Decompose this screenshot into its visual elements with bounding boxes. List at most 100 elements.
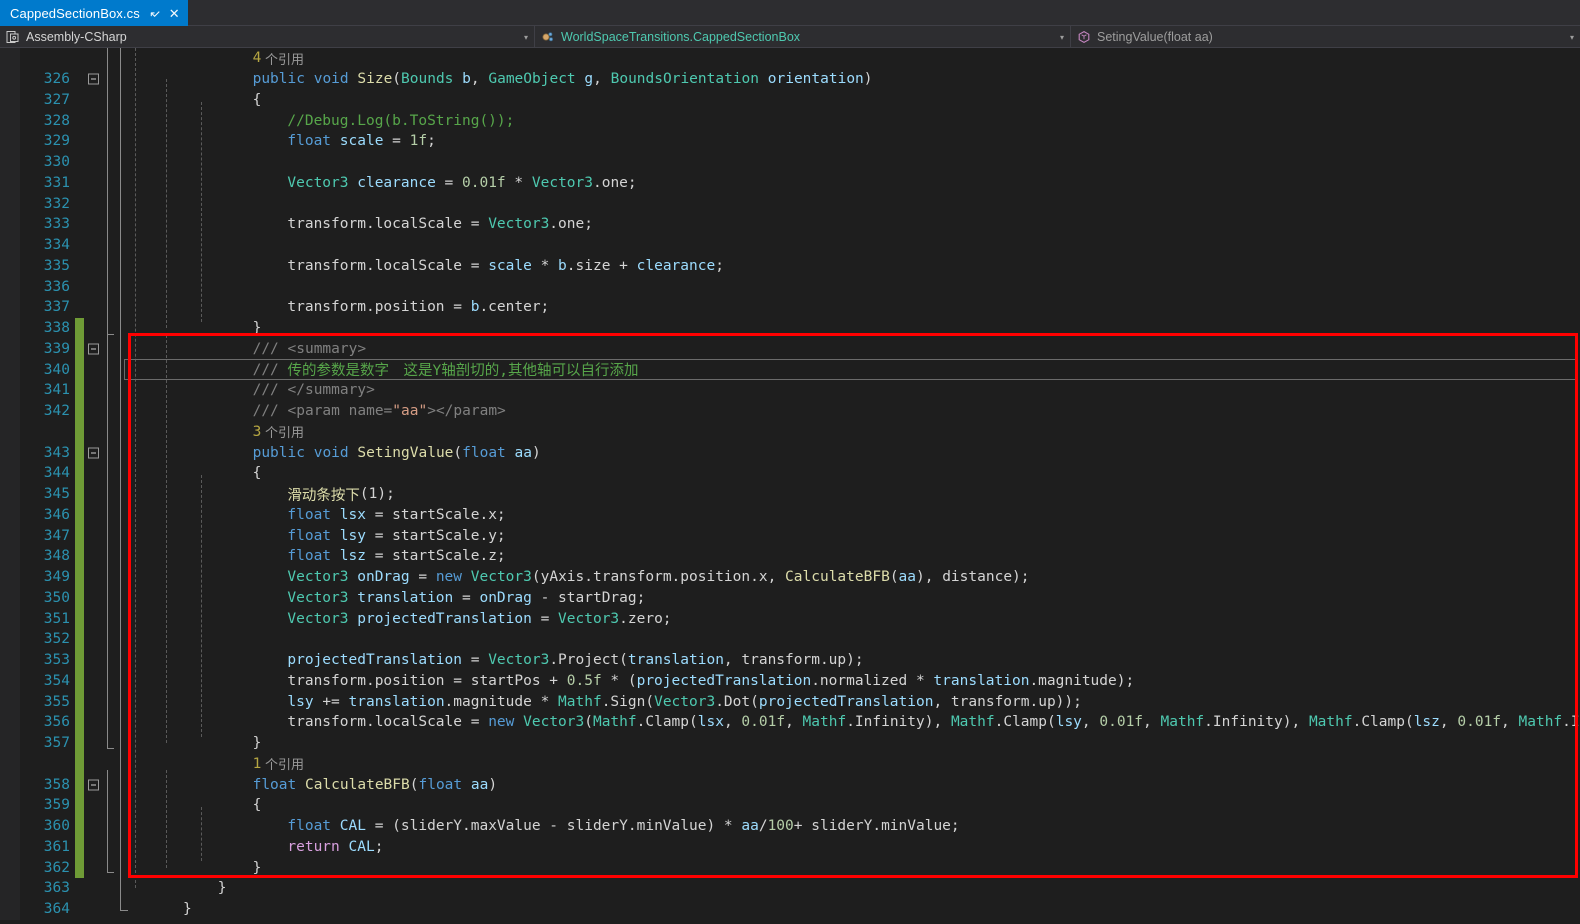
code-text-area[interactable]: transform.localScale = scale * b .size + …: [106, 256, 1580, 277]
code-text-area[interactable]: lsy += translation .magnitude * Mathf .Sig…: [106, 691, 1580, 712]
code-text-area[interactable]: {: [106, 90, 1580, 111]
code-line-row[interactable]: 327 {: [0, 89, 1580, 111]
code-line-row[interactable]: 342 /// <param name= "aa" > </param>: [0, 400, 1580, 422]
code-text-area[interactable]: [106, 629, 1580, 650]
code-text-area[interactable]: }: [106, 857, 1580, 878]
project-chevron-down-icon[interactable]: ▾: [524, 26, 528, 48]
code-line-row[interactable]: 329 float scale = 1f;: [0, 131, 1580, 152]
code-line-row[interactable]: 330: [0, 151, 1580, 173]
code-text-area[interactable]: [106, 235, 1580, 256]
code-line-row[interactable]: 360 float CAL = (sliderY.maxValue - slide…: [0, 815, 1580, 837]
code-text-area[interactable]: public void Size(Bounds b, GameObject g,…: [106, 69, 1580, 90]
type-chevron-down-icon[interactable]: ▾: [1060, 26, 1064, 48]
code-text-area[interactable]: Vector3 projectedTranslation = Vector3 .z…: [106, 608, 1580, 629]
close-icon[interactable]: ✕: [169, 7, 180, 20]
code-line-row[interactable]: 353 projectedTranslation = Vector3 .Projec…: [0, 649, 1580, 671]
project-selector[interactable]: Assembly-CSharp ▾: [0, 26, 534, 48]
code-line-row[interactable]: 328 //Debug.Log(b.ToString());: [0, 110, 1580, 131]
collapse-minus-icon[interactable]: [88, 447, 99, 459]
code-line-row[interactable]: 358 float CalculateBFB(float aa): [0, 774, 1580, 795]
code-line-row[interactable]: 344 {: [0, 463, 1580, 484]
code-line-row[interactable]: 363}: [0, 878, 1580, 899]
code-line-row[interactable]: 338}: [0, 317, 1580, 339]
pin-icon[interactable]: ↲: [146, 4, 163, 21]
code-line-row[interactable]: 352: [0, 629, 1580, 650]
code-line-row[interactable]: 339 /// <summary>: [0, 338, 1580, 360]
code-line-row[interactable]: 333 transform.localScale = Vector3 .one;: [0, 214, 1580, 235]
code-text-area[interactable]: }: [106, 878, 1580, 899]
code-line-row[interactable]: 340 /// 传的参数是数字 这是Y轴剖切的,其他轴可以自行添加: [0, 359, 1580, 380]
code-lens-label[interactable]: 个引用: [261, 754, 304, 773]
code-line-row[interactable]: 348 float lsz = startScale.z;: [0, 546, 1580, 567]
code-line-row[interactable]: 359 {: [0, 795, 1580, 816]
code-text-area[interactable]: /// 传的参数是数字 这是Y轴剖切的,其他轴可以自行添加: [106, 359, 1580, 380]
collapse-minus-icon[interactable]: [88, 779, 99, 791]
code-text-area[interactable]: [106, 152, 1580, 173]
code-text-area[interactable]: }: [106, 899, 1580, 920]
code-text-area[interactable]: [106, 193, 1580, 214]
member-chevron-down-icon[interactable]: ▾: [1570, 26, 1574, 48]
code-text-area[interactable]: float lsz = startScale.z;: [106, 546, 1580, 567]
code-line-row[interactable]: 356 transform.localScale = new Vector3(Ma…: [0, 712, 1580, 733]
code-line-row[interactable]: 364}: [0, 898, 1580, 920]
code-line-row[interactable]: 349 Vector3 onDrag = new Vector3 (yAxis.tr…: [0, 566, 1580, 588]
code-text-area[interactable]: projectedTranslation = Vector3 .Project(t…: [106, 650, 1580, 671]
code-line-row[interactable]: 347 float lsy = startScale.y;: [0, 525, 1580, 546]
code-text-area[interactable]: {: [106, 463, 1580, 484]
code-text-area[interactable]: transform.position = b .center;: [106, 297, 1580, 318]
code-line-row[interactable]: 337 transform.position = b .center;: [0, 297, 1580, 318]
code-text-area[interactable]: float CalculateBFB(float aa): [106, 774, 1580, 795]
tab-cappedsectionbox-cs[interactable]: CappedSectionBox.cs ↲ ✕: [0, 0, 188, 26]
code-text-area[interactable]: float CAL = (sliderY.maxValue - sliderY.…: [106, 816, 1580, 837]
code-text-area[interactable]: /// <param name= "aa" > </param>: [106, 401, 1580, 422]
code-line-row[interactable]: 350 Vector3 translation = onDrag - startD…: [0, 587, 1580, 609]
collapse-minus-icon[interactable]: [88, 343, 99, 355]
code-line-row[interactable]: 336: [0, 276, 1580, 297]
code-line-row[interactable]: 345 滑动条按下 (1);: [0, 483, 1580, 505]
code-line-row[interactable]: 346 float lsx = startScale.x;: [0, 504, 1580, 526]
code-text-area[interactable]: return CAL;: [106, 837, 1580, 858]
code-text-area[interactable]: /// <summary>: [106, 339, 1580, 360]
code-line-row[interactable]: 355 lsy += translation .magnitude * Mathf.…: [0, 691, 1580, 712]
code-line-row[interactable]: 354 transform.position = startPos + 0.5f …: [0, 670, 1580, 692]
code-line-row[interactable]: 341 /// </summary>: [0, 380, 1580, 401]
type-selector[interactable]: WorldSpaceTransitions.CappedSectionBox ▾: [534, 26, 1070, 48]
code-text-area[interactable]: float lsx = startScale.x;: [106, 505, 1580, 526]
code-line-row[interactable]: 326 public void Size(Bounds b, GameObject…: [0, 68, 1580, 90]
code-text-area[interactable]: //Debug.Log(b.ToString());: [106, 110, 1580, 131]
code-line-row[interactable]: 332: [0, 193, 1580, 214]
code-lens-row[interactable]: 3 个引用: [0, 421, 1580, 443]
code-text-area[interactable]: [106, 276, 1580, 297]
code-lens-row[interactable]: 1 个引用: [0, 753, 1580, 775]
code-line-row[interactable]: 343 public void SetingValue(float aa): [0, 442, 1580, 463]
code-text-area[interactable]: transform.position = startPos + 0.5f * (…: [106, 671, 1580, 692]
code-line-row[interactable]: 351 Vector3 projectedTranslation = Vector…: [0, 608, 1580, 629]
code-text-area[interactable]: 4 个引用: [106, 48, 1580, 69]
code-line-row[interactable]: 362}: [0, 857, 1580, 878]
code-text-area[interactable]: Vector3 onDrag = new Vector3 (yAxis.trans…: [106, 567, 1580, 588]
code-line-row[interactable]: 331 Vector3 clearance = 0.01f * Vector3 .o…: [0, 172, 1580, 194]
code-text-area[interactable]: transform.localScale = new Vector3(Mathf…: [106, 712, 1580, 733]
code-line-row[interactable]: 335 transform.localScale = scale * b .size…: [0, 255, 1580, 277]
member-selector[interactable]: SetingValue(float aa) ▾: [1070, 26, 1580, 48]
code-text-area[interactable]: }: [106, 318, 1580, 339]
code-text-area[interactable]: transform.localScale = Vector3 .one;: [106, 214, 1580, 235]
code-text-area[interactable]: {: [106, 795, 1580, 816]
code-text-area[interactable]: public void SetingValue(float aa): [106, 442, 1580, 463]
code-lens-label[interactable]: 个引用: [261, 422, 304, 441]
code-text-area[interactable]: Vector3 clearance = 0.01f * Vector3 .one;: [106, 173, 1580, 194]
code-text-area[interactable]: }: [106, 733, 1580, 754]
code-lens-label[interactable]: 个引用: [261, 49, 304, 68]
code-text-area[interactable]: 滑动条按下 (1);: [106, 484, 1580, 505]
collapse-minus-icon[interactable]: [88, 73, 99, 85]
code-text-area[interactable]: Vector3 translation = onDrag - startDrag…: [106, 588, 1580, 609]
code-editor[interactable]: 4 个引用 326 public void Size(Bounds b, GameO…: [0, 48, 1580, 924]
code-text-area[interactable]: float lsy = startScale.y;: [106, 525, 1580, 546]
code-text-area[interactable]: /// </summary>: [106, 380, 1580, 401]
code-text-area[interactable]: 3 个引用: [106, 422, 1580, 443]
code-line-row[interactable]: 361 return CAL;: [0, 836, 1580, 858]
code-lens-row[interactable]: 4 个引用: [0, 48, 1580, 69]
code-text-area[interactable]: float scale = 1f;: [106, 131, 1580, 152]
code-line-row[interactable]: 357}: [0, 732, 1580, 754]
code-text-area[interactable]: 1 个引用: [106, 754, 1580, 775]
